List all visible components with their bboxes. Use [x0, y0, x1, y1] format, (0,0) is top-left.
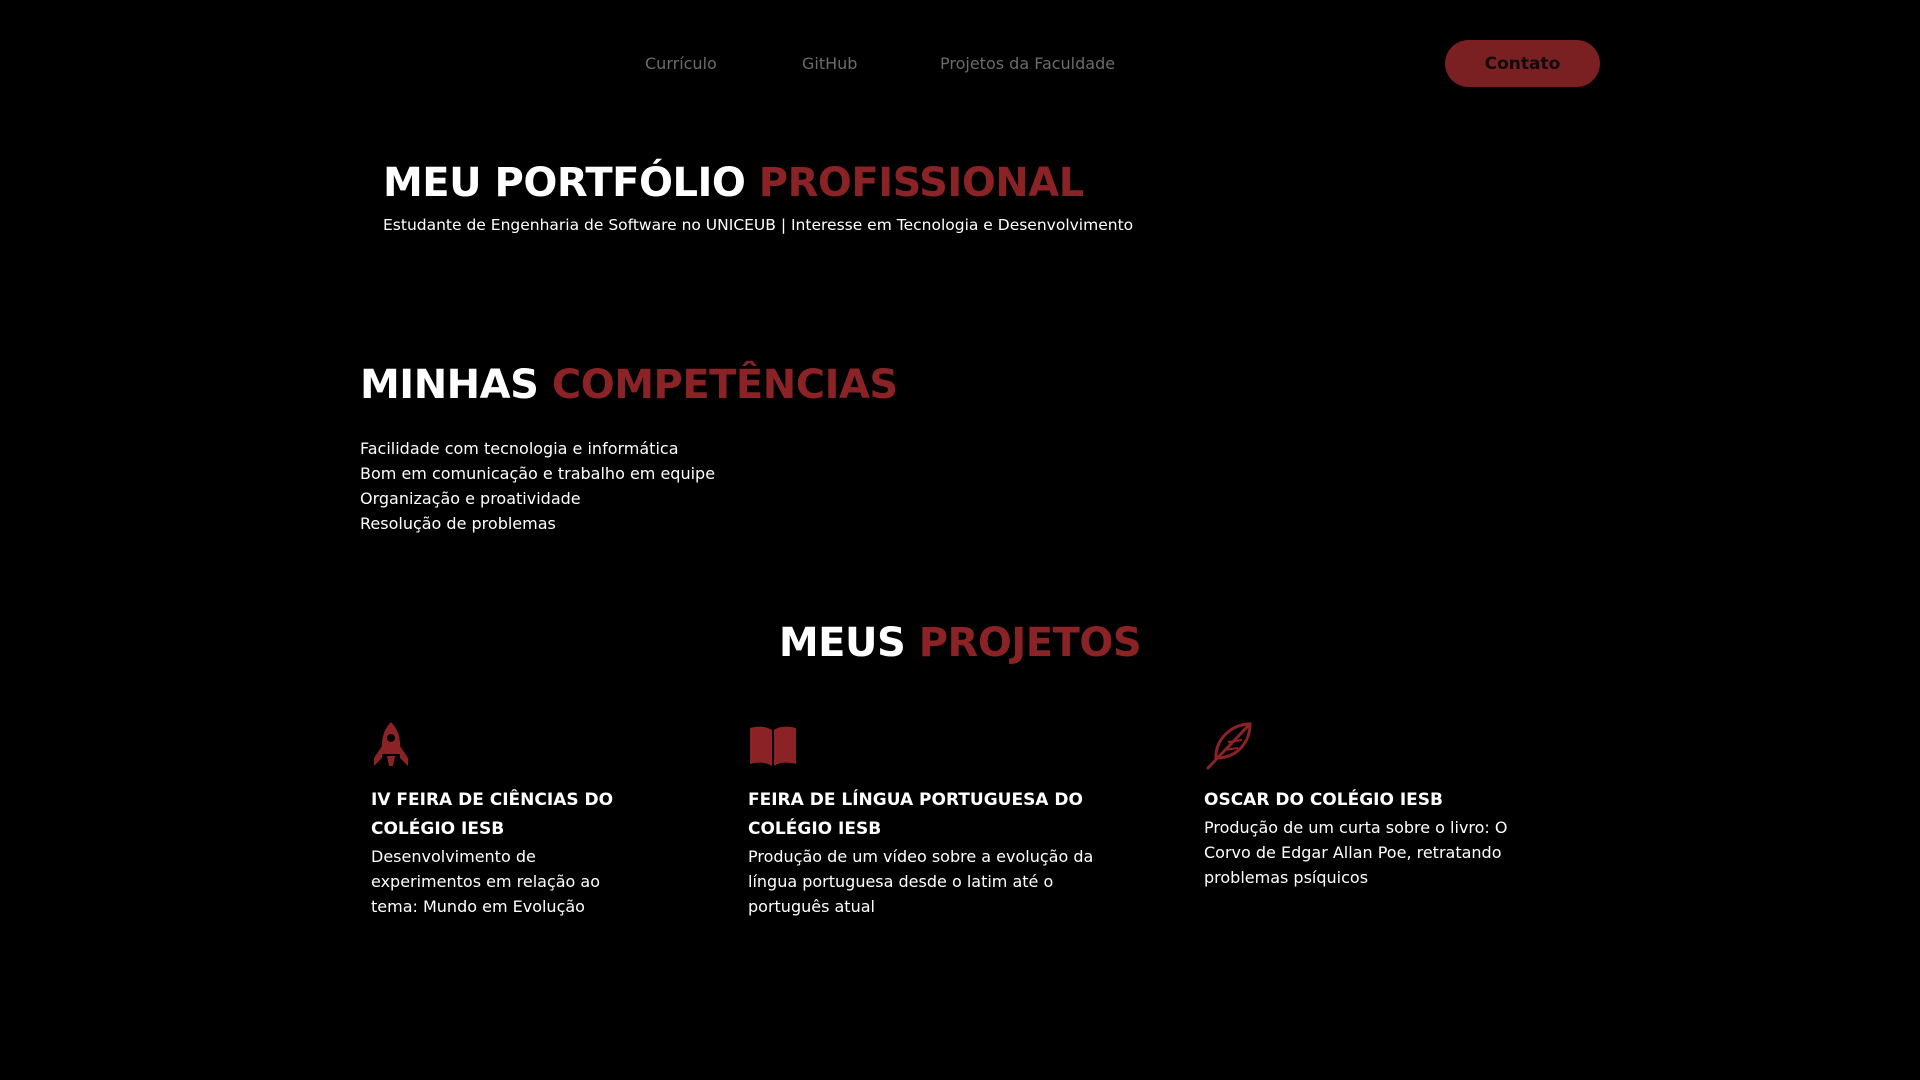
feather-icon	[1204, 720, 1524, 770]
project-description: Produção de um vídeo sobre a evolução da…	[748, 847, 1094, 916]
skills-title-main: MINHAS	[360, 362, 552, 408]
hero-title-accent: PROFISSIONAL	[758, 160, 1084, 206]
nav-link-github[interactable]: GitHub	[802, 54, 857, 73]
skills-list: Facilidade com tecnologia e informática …	[360, 436, 898, 536]
top-nav: Currículo GitHub Projetos da Faculdade C…	[0, 40, 1920, 88]
skill-item: Resolução de problemas	[360, 514, 556, 533]
rocket-icon	[371, 720, 631, 770]
hero-section: MEU PORTFÓLIO PROFISSIONAL Estudante de …	[383, 160, 1133, 234]
hero-title-main: MEU PORTFÓLIO	[383, 160, 759, 206]
projects-title-main: MEUS	[778, 620, 919, 666]
skill-item: Organização e proatividade	[360, 489, 581, 508]
project-title: FEIRA DE LÍNGUA PORTUGUESA DO COLÉGIO IE…	[748, 790, 1083, 839]
book-icon	[748, 720, 1118, 770]
hero-subtitle: Estudante de Engenharia de Software no U…	[383, 216, 1134, 234]
project-description: Desenvolvimento de experimentos em relaç…	[371, 847, 601, 916]
project-card-oscar-iesb: OSCAR DO COLÉGIO IESB Produção de um cur…	[1204, 720, 1524, 890]
skills-title: MINHAS COMPETÊNCIAS	[360, 362, 898, 408]
contact-button[interactable]: Contato	[1445, 40, 1600, 87]
project-title: OSCAR DO COLÉGIO IESB	[1204, 790, 1443, 810]
nav-link-curriculo[interactable]: Currículo	[645, 54, 717, 73]
projects-title-accent: PROJETOS	[918, 620, 1142, 666]
skills-title-accent: COMPETÊNCIAS	[551, 362, 898, 408]
project-card-feira-lingua-portuguesa: FEIRA DE LÍNGUA PORTUGUESA DO COLÉGIO IE…	[748, 720, 1118, 919]
hero-title: MEU PORTFÓLIO PROFISSIONAL	[383, 160, 1133, 206]
project-title: IV FEIRA DE CIÊNCIAS DO COLÉGIO IESB	[371, 790, 614, 839]
project-description: Produção de um curta sobre o livro: O Co…	[1204, 818, 1508, 887]
project-card-feira-ciencias: IV FEIRA DE CIÊNCIAS DO COLÉGIO IESB Des…	[371, 720, 631, 919]
projects-title: MEUS PROJETOS	[0, 620, 1920, 666]
skills-section: MINHAS COMPETÊNCIAS Facilidade com tecno…	[360, 362, 898, 536]
nav-link-projetos-faculdade[interactable]: Projetos da Faculdade	[940, 54, 1115, 73]
portfolio-page: Currículo GitHub Projetos da Faculdade C…	[0, 0, 1920, 1080]
skill-item: Facilidade com tecnologia e informática	[360, 439, 679, 458]
skill-item: Bom em comunicação e trabalho em equipe	[360, 464, 716, 483]
